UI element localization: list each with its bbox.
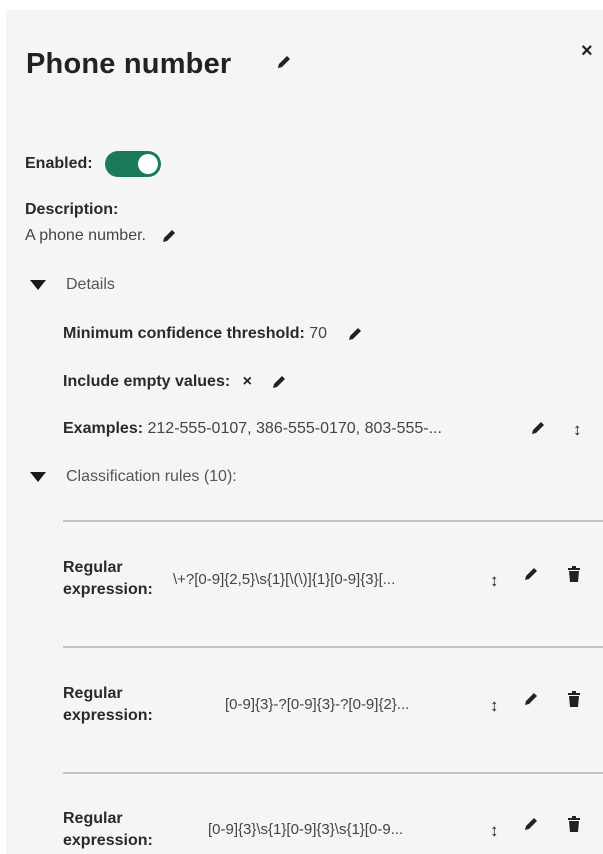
enabled-label: Enabled: xyxy=(25,155,93,172)
description-label: Description: xyxy=(25,201,119,218)
rule-label: Regular expression: xyxy=(63,808,153,852)
rule-label-line1: Regular xyxy=(63,559,123,576)
delete-rule-trash-icon[interactable] xyxy=(566,565,582,588)
description-text: A phone number. xyxy=(25,227,146,244)
rule-value: [0-9]{3}\s{1}[0-9]{3}\s{1}[0-9... xyxy=(208,821,404,838)
page-title: Phone number xyxy=(26,48,232,80)
caret-down-icon xyxy=(30,472,46,482)
description-row: A phone number. xyxy=(25,227,178,245)
rule-divider xyxy=(63,772,603,774)
rule-label-line1: Regular xyxy=(63,685,123,702)
expand-rule-icon[interactable]: ↕ xyxy=(490,696,499,716)
rule-label: Regular expression: xyxy=(63,683,153,727)
enabled-row: Enabled: xyxy=(25,151,161,177)
min-confidence-value: 70 xyxy=(309,325,328,343)
details-section-toggle[interactable]: Details xyxy=(30,276,115,294)
rule-label-line2: expression: xyxy=(63,581,153,598)
edit-rule-pencil-icon[interactable] xyxy=(522,815,540,838)
edit-include-empty-pencil-icon[interactable] xyxy=(270,373,288,391)
include-empty-value: × xyxy=(242,373,252,391)
rule-label-line1: Regular xyxy=(63,810,123,827)
edit-examples-pencil-icon[interactable] xyxy=(529,419,547,442)
rule-divider xyxy=(63,646,603,648)
details-toggle-label: Details xyxy=(66,276,115,293)
expand-rule-icon[interactable]: ↕ xyxy=(490,821,499,841)
rule-label-line2: expression: xyxy=(63,832,153,849)
edit-description-pencil-icon[interactable] xyxy=(160,227,178,245)
examples-value: 212-555-0107, 386-555-0170, 803-555-... xyxy=(147,420,442,437)
classification-rules-toggle[interactable]: Classification rules (10): xyxy=(30,468,237,486)
edit-confidence-pencil-icon[interactable] xyxy=(346,325,364,343)
rule-label-line2: expression: xyxy=(63,707,153,724)
examples-label: Examples: xyxy=(63,420,144,437)
edit-title-pencil-icon[interactable] xyxy=(275,53,293,76)
delete-rule-trash-icon[interactable] xyxy=(566,690,582,713)
toggle-knob xyxy=(137,154,158,174)
include-empty-row: Include empty values: × xyxy=(63,373,288,391)
min-confidence-label: Minimum confidence threshold: xyxy=(63,325,305,343)
examples-row: Examples: 212-555-0107, 386-555-0170, 80… xyxy=(63,420,442,438)
delete-rule-trash-icon[interactable] xyxy=(566,815,582,838)
expand-rule-icon[interactable]: ↕ xyxy=(490,571,499,591)
enabled-toggle[interactable] xyxy=(104,151,161,177)
min-confidence-row: Minimum confidence threshold: 70 xyxy=(63,325,364,343)
include-empty-label: Include empty values: xyxy=(63,373,231,391)
classification-rules-label: Classification rules (10): xyxy=(66,468,237,485)
properties-panel: Phone number × Enabled: Description: A p… xyxy=(6,10,603,854)
rule-value: \+?[0-9]{2,5}\s{1}[\(\)]{1}[0-9]{3}[... xyxy=(173,571,396,588)
caret-down-icon xyxy=(30,280,46,290)
edit-rule-pencil-icon[interactable] xyxy=(522,690,540,713)
expand-examples-icon[interactable]: ↕ xyxy=(573,420,582,440)
close-button[interactable]: × xyxy=(581,40,593,63)
rule-label: Regular expression: xyxy=(63,557,153,601)
edit-rule-pencil-icon[interactable] xyxy=(522,565,540,588)
rule-value: [0-9]{3}-?[0-9]{3}-?[0-9]{2}... xyxy=(225,696,410,713)
rule-divider xyxy=(63,520,603,522)
